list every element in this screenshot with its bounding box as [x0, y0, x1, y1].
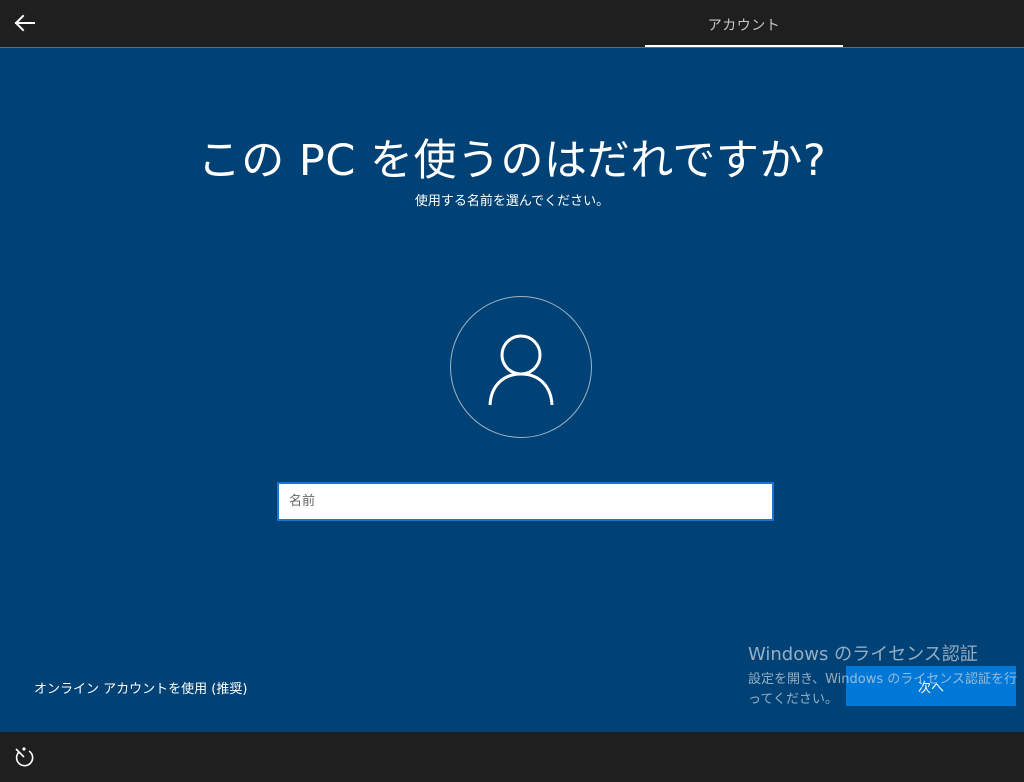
top-bar-divider: [0, 47, 1024, 48]
page-subtitle: 使用する名前を選んでください。: [414, 194, 610, 209]
tab-account[interactable]: アカウント: [645, 0, 843, 47]
avatar: [450, 296, 592, 438]
back-button[interactable]: [10, 8, 40, 38]
top-bar: アカウント: [0, 0, 1024, 47]
ease-of-access-icon: [15, 747, 34, 767]
watermark-title: Windows のライセンス認証: [748, 644, 978, 665]
name-input[interactable]: [277, 482, 774, 521]
online-account-link[interactable]: オンライン アカウントを使用 (推奨): [34, 678, 247, 697]
arrow-left-icon: [14, 14, 35, 32]
user-icon: [488, 334, 554, 406]
next-button[interactable]: 次へ: [846, 666, 1016, 706]
oobe-screen: アカウント この PC を使うのはだれですか? 使用する名前を選んでください。 …: [0, 0, 1024, 782]
bottom-bar: [0, 732, 1024, 782]
page-title: この PC を使うのはだれですか?: [197, 136, 827, 186]
accessibility-button[interactable]: [12, 745, 36, 769]
tab-account-label: アカウント: [707, 18, 781, 34]
